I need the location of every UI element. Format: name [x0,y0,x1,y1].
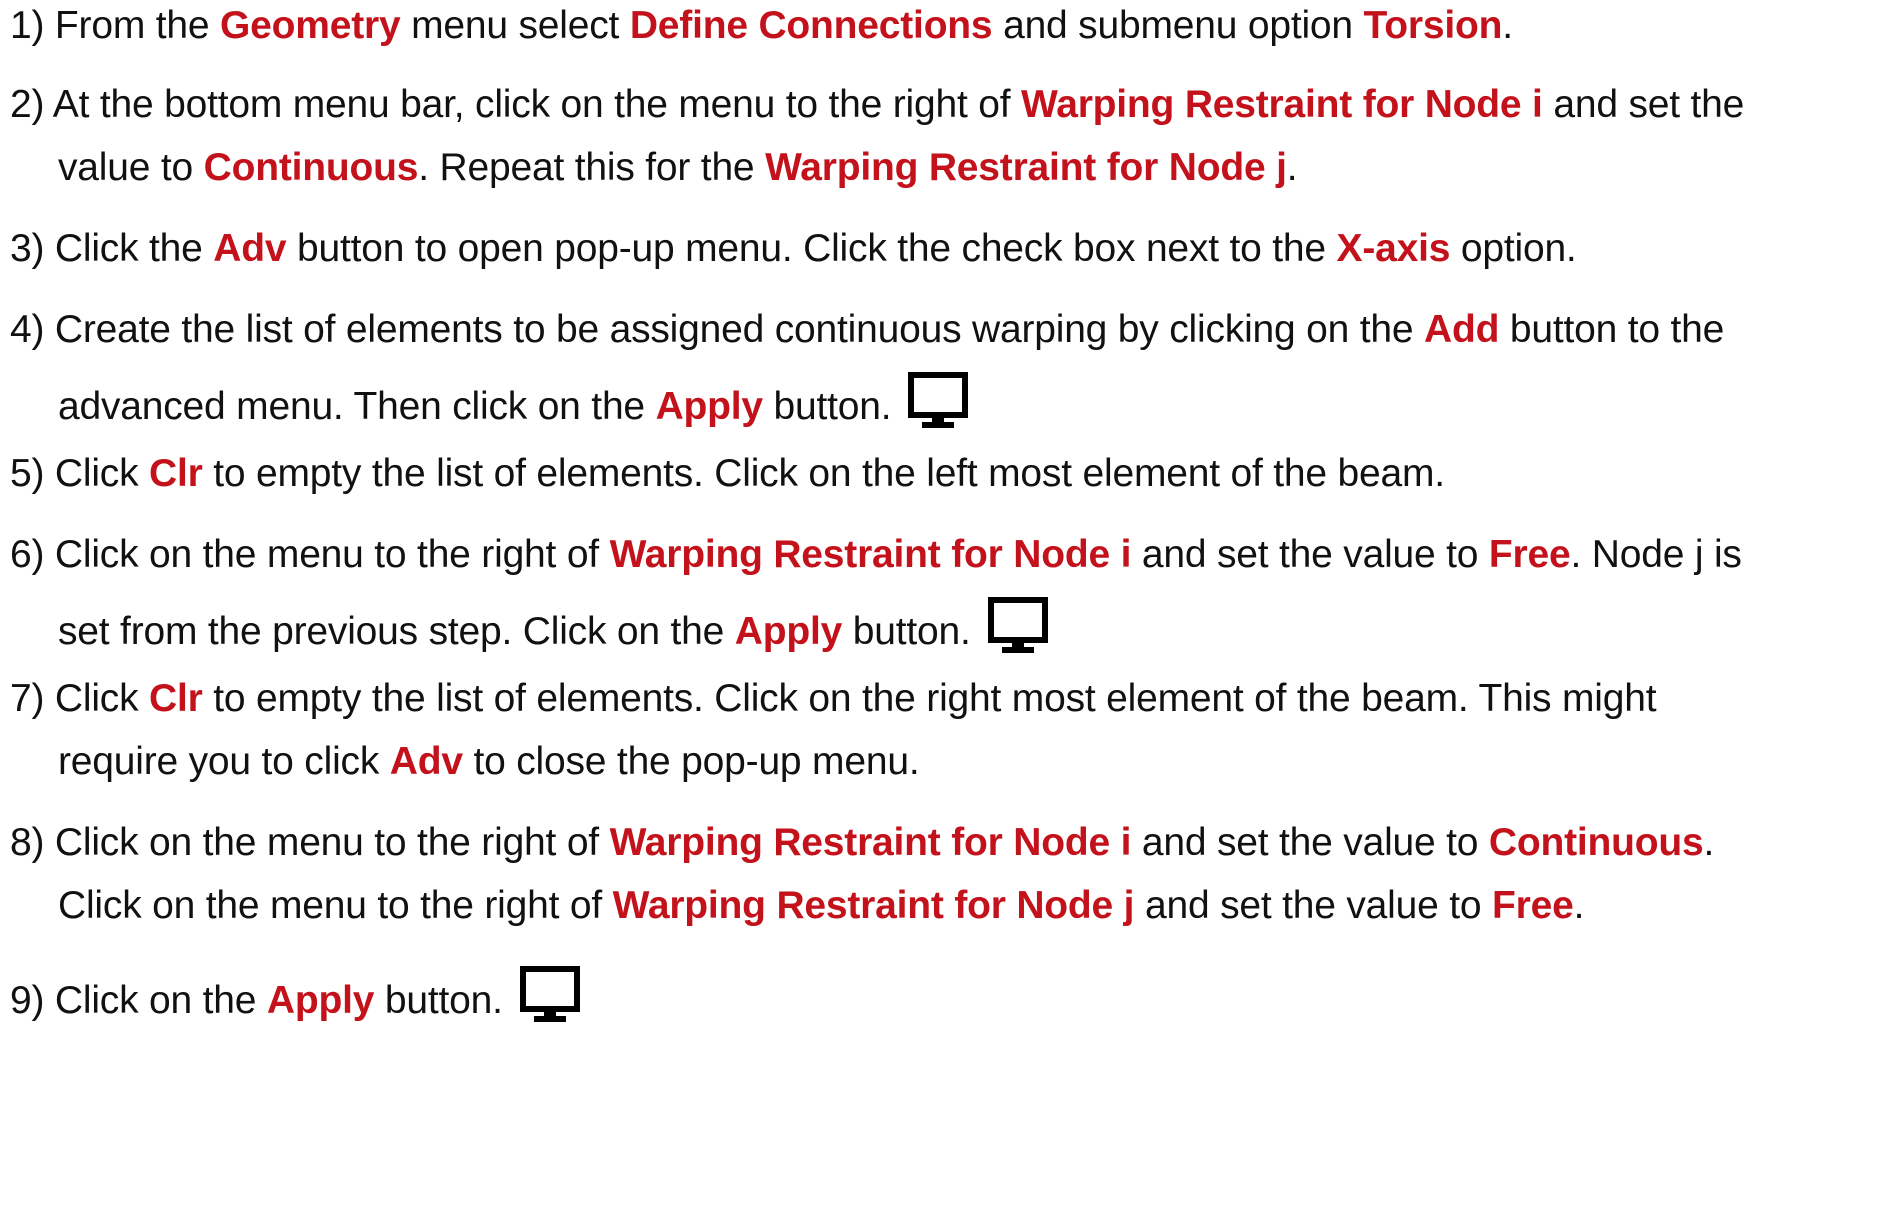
keyword-term: Apply [266,979,375,1022]
instruction-text: and set the value to [1134,884,1493,927]
keyword-term: Warping Restraint for Node i [609,533,1132,576]
keyword-term: Free [1492,884,1574,927]
instruction-text: button. [762,385,892,428]
instruction-text: 9) Click on the [10,979,267,1022]
keyword-term: Clr [149,677,203,720]
instruction-text: 2) At the bottom menu bar, click on the … [10,83,1022,126]
keyword-term: Continuous [203,146,419,189]
instruction-text: . Node j is [1570,533,1742,576]
instruction-text: button to the [1499,308,1725,351]
step-2-line-1: 2) At the bottom menu bar, click on the … [10,81,1744,129]
monitor-icon[interactable] [905,369,971,429]
keyword-term: Warping Restraint for Node i [1021,83,1543,126]
instruction-text: 8) Click on the menu to the right of [10,821,610,864]
keyword-term: Clr [149,452,203,495]
step-7-line-2: require you to click Adv to close the po… [58,738,920,786]
instruction-text: . Repeat this for the [418,146,766,189]
keyword-term: X-axis [1336,227,1451,270]
instruction-text: to empty the list of elements. Click on … [202,677,1657,720]
step-2-line-2: value to Continuous. Repeat this for the… [58,144,1298,192]
instruction-text: . [1573,884,1585,927]
instruction-text: require you to click [58,740,390,783]
instruction-text: advanced menu. Then click on the [58,385,656,428]
keyword-term: Adv [213,227,287,270]
step-8-line-2: Click on the menu to the right of Warpin… [58,882,1584,930]
keyword-term: Adv [389,740,463,783]
step-6-line-2: set from the previous step. Click on the… [58,594,1051,656]
step-1-line-1: 1) From the Geometry menu select Define … [10,2,1513,50]
keyword-term: Apply [734,610,843,653]
step-9-line-1: 9) Click on the Apply button. [10,963,583,1025]
step-5-line-1: 5) Click Clr to empty the list of elemen… [10,450,1445,498]
keyword-term: Warping Restraint for Node i [609,821,1132,864]
instruction-text: button to open pop-up menu. Click the ch… [286,227,1337,270]
keyword-term: Add [1424,308,1500,351]
instruction-text: 3) Click the [10,227,214,270]
keyword-term: Continuous [1488,821,1704,864]
instruction-text: value to [58,146,204,189]
keyword-term: Apply [655,385,764,428]
instruction-text: . [1286,146,1298,189]
step-6-line-1: 6) Click on the menu to the right of War… [10,531,1742,579]
instruction-text: 6) Click on the menu to the right of [10,533,610,576]
instruction-text: . [1502,4,1513,47]
instruction-text: to close the pop-up menu. [462,740,920,783]
instruction-text: 7) Click [10,677,150,720]
keyword-term: Define Connections [629,4,993,47]
instruction-text: and set the value to [1131,533,1489,576]
instruction-text: 4) Create the list of elements to be ass… [10,308,1425,351]
instruction-text: option. [1450,227,1577,270]
instruction-text: button. [374,979,503,1022]
instruction-text: 5) Click [10,452,150,495]
instruction-text: button. [842,610,971,653]
instruction-text: to empty the list of elements. Click on … [202,452,1445,495]
step-7-line-1: 7) Click Clr to empty the list of elemen… [10,675,1657,723]
step-8-line-1: 8) Click on the menu to the right of War… [10,819,1714,867]
keyword-term: Torsion [1363,4,1503,47]
step-4-line-1: 4) Create the list of elements to be ass… [10,306,1724,354]
step-4-line-2: advanced menu. Then click on the Apply b… [58,369,971,431]
instruction-text: and set the [1542,83,1745,126]
keyword-term: Warping Restraint for Node j [765,146,1287,189]
instruction-text: and set the value to [1131,821,1489,864]
keyword-term: Warping Restraint for Node j [612,884,1135,927]
instruction-text: Click on the menu to the right of [58,884,613,927]
instruction-text: . [1703,821,1715,864]
keyword-term: Geometry [220,4,401,47]
step-3-line-1: 3) Click the Adv button to open pop-up m… [10,225,1577,273]
instruction-text: and submenu option [992,4,1364,47]
monitor-icon[interactable] [985,594,1051,654]
monitor-icon[interactable] [517,963,583,1023]
instruction-text: 1) From the [10,4,220,47]
keyword-term: Free [1488,533,1571,576]
instruction-text: set from the previous step. Click on the [58,610,735,653]
instruction-steps: 1) From the Geometry menu select Define … [0,0,1902,1220]
instruction-text: menu select [400,4,630,47]
